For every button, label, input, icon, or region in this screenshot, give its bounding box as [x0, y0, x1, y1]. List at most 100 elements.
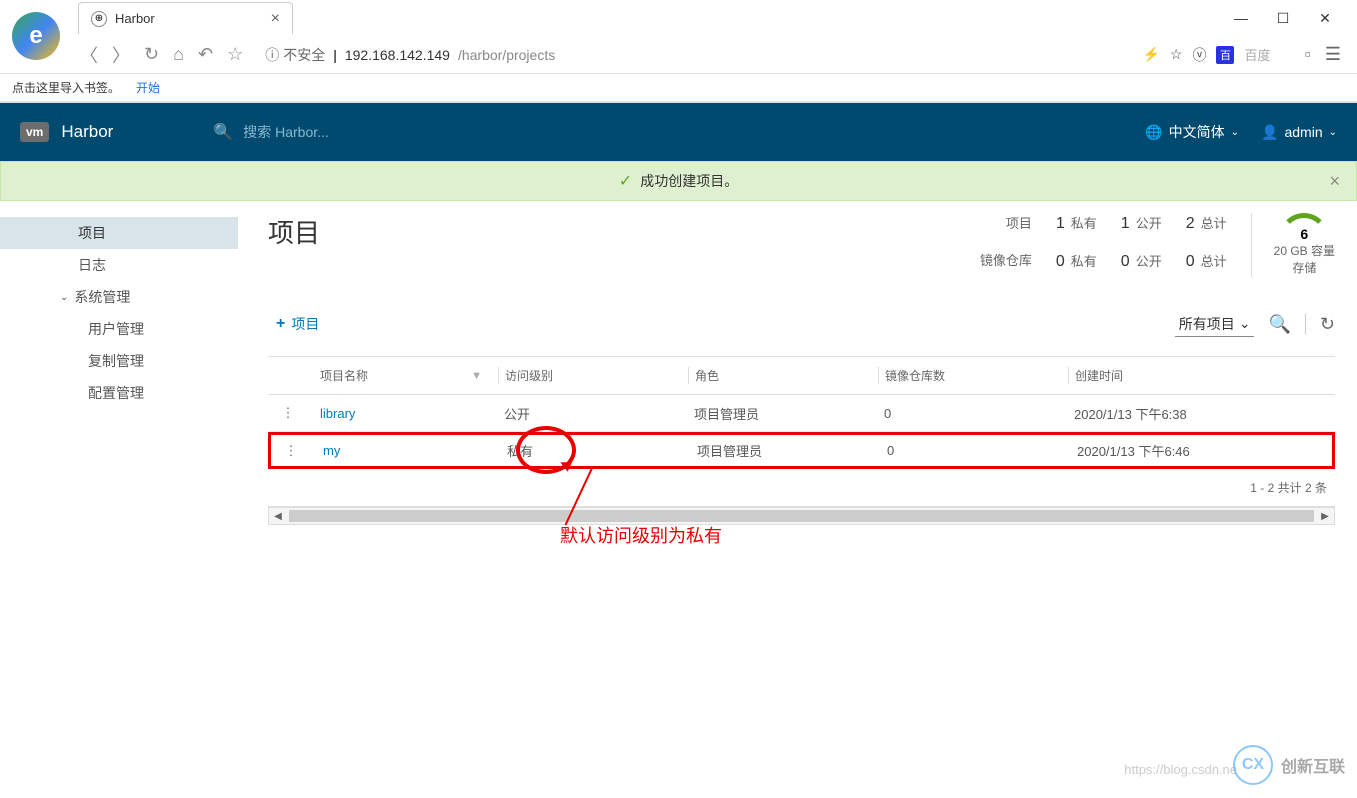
search-input[interactable] — [243, 124, 443, 140]
forward-button[interactable]: 〉 — [112, 42, 130, 68]
refresh-icon[interactable]: ↻ — [1320, 314, 1335, 335]
banner-close-icon[interactable]: × — [1329, 171, 1340, 192]
address-bar[interactable]: ⓘ 不安全 | 192.168.142.149/harbor/projects — [257, 41, 1128, 69]
sidebar-group-system[interactable]: ⌄ 系统管理 — [0, 281, 238, 313]
tab-close-icon[interactable]: × — [271, 10, 280, 28]
app-header: vm Harbor 🔍 🌐 中文简体 ⌄ 👤 admin ⌄ — [0, 103, 1357, 161]
row-actions-icon[interactable]: ⋮ — [268, 405, 308, 421]
stat-label: 总计 — [1201, 251, 1227, 270]
action-row: + 项目 所有项目 ⌄ 🔍 ↻ — [268, 310, 1335, 338]
add-project-label: 项目 — [291, 314, 319, 334]
project-filter-select[interactable]: 所有项目 ⌄ — [1175, 312, 1255, 337]
tab-favicon-icon: ⊕ — [91, 11, 107, 27]
stat-label: 总计 — [1201, 213, 1227, 232]
col-access[interactable]: 访问级别 — [498, 367, 688, 384]
row-role: 项目管理员 — [691, 441, 881, 460]
row-repo: 0 — [878, 406, 1068, 421]
chevron-down-icon[interactable]: ⓥ — [1192, 45, 1206, 65]
col-role[interactable]: 角色 — [688, 367, 878, 384]
bookmarks-start-link[interactable]: 开始 — [136, 79, 160, 96]
plus-icon: + — [276, 315, 285, 333]
vm-logo: vm — [20, 122, 49, 142]
user-menu[interactable]: 👤 admin ⌄ — [1261, 124, 1337, 141]
project-link[interactable]: my — [323, 443, 340, 458]
baidu-icon[interactable]: 百 — [1216, 46, 1234, 64]
browser-tab[interactable]: ⊕ Harbor × — [78, 2, 293, 34]
bookmark-icon[interactable]: ☆ — [1170, 46, 1183, 63]
stat-value: 1 — [1056, 215, 1065, 233]
watermark-logo-icon: CX — [1233, 745, 1273, 785]
search-engine-label: 百度 — [1244, 45, 1270, 64]
tab-title: Harbor — [115, 11, 271, 26]
gauge-capacity: 20 GB 容量 — [1274, 243, 1335, 260]
gauge-storage-label: 存储 — [1274, 260, 1335, 277]
scroll-right-icon[interactable]: ▶ — [1316, 511, 1334, 522]
bookmarks-bar: 点击这里导入书签。 开始 — [0, 74, 1357, 102]
info-icon: ⓘ — [265, 45, 279, 65]
sidebar-item-config[interactable]: 配置管理 — [0, 377, 238, 409]
back-button[interactable]: 〈 — [80, 42, 98, 68]
sidebar-item-replication[interactable]: 复制管理 — [0, 345, 238, 377]
minimize-button[interactable]: — — [1229, 10, 1253, 27]
chevron-down-icon: ⌄ — [60, 292, 68, 303]
col-time[interactable]: 创建时间 — [1068, 367, 1335, 384]
stat-label: 公开 — [1136, 213, 1162, 232]
globe-icon: 🌐 — [1145, 124, 1162, 141]
stat-label: 公开 — [1136, 251, 1162, 270]
sidebar-item-users[interactable]: 用户管理 — [0, 313, 238, 345]
add-project-button[interactable]: + 项目 — [268, 310, 327, 338]
home-button[interactable]: ⌂ — [173, 44, 184, 65]
chevron-down-icon: ⌄ — [1329, 127, 1337, 138]
projects-table: 项目名称▼ 访问级别 角色 镜像仓库数 创建时间 ⋮ library 公开 项目… — [268, 356, 1335, 525]
main-area: 项目 日志 ⌄ 系统管理 用户管理 复制管理 配置管理 项目 项目 镜像仓库 1… — [0, 201, 1357, 798]
scroll-left-icon[interactable]: ◀ — [269, 511, 287, 522]
url-host: 192.168.142.149 — [345, 47, 450, 63]
url-path: /harbor/projects — [458, 47, 555, 63]
star-button[interactable]: ☆ — [227, 44, 243, 65]
gauge-value: 6 — [1300, 226, 1308, 242]
watermark-text: 创新互联 — [1281, 753, 1345, 777]
scroll-track[interactable] — [289, 510, 1314, 522]
success-banner: ✓ 成功创建项目。 × — [0, 161, 1357, 201]
user-icon: 👤 — [1261, 124, 1278, 141]
hamburger-menu-icon[interactable]: ☰ — [1325, 44, 1341, 65]
checkmark-icon: ✓ — [619, 171, 632, 191]
language-selector[interactable]: 🌐 中文简体 ⌄ — [1145, 122, 1239, 142]
browser-app-icon: e — [0, 0, 72, 72]
row-actions-icon[interactable]: ⋮ — [271, 443, 311, 459]
col-repo[interactable]: 镜像仓库数 — [878, 367, 1068, 384]
horizontal-scrollbar[interactable]: ◀ ▶ — [268, 507, 1335, 525]
project-link[interactable]: library — [320, 406, 355, 421]
sidebar: 项目 日志 ⌄ 系统管理 用户管理 复制管理 配置管理 — [0, 201, 238, 798]
row-access: 公开 — [498, 404, 688, 423]
search-icon[interactable]: 🔍 — [1268, 314, 1290, 335]
stats-bar: 项目 镜像仓库 1私有 0私有 1公开 0公开 2总计 0总计 6 20 GB … — [980, 213, 1335, 277]
chevron-down-icon: ⌄ — [1231, 127, 1239, 138]
bookmarks-hint: 点击这里导入书签。 — [12, 79, 120, 96]
sidebar-item-projects[interactable]: 项目 — [0, 217, 238, 249]
stats-project-label: 项目 — [1006, 213, 1032, 232]
row-access: 私有 — [501, 441, 691, 460]
global-search[interactable]: 🔍 — [213, 122, 443, 142]
table-row[interactable]: ⋮ my 私有 项目管理员 0 2020/1/13 下午6:46 — [268, 432, 1335, 469]
col-name[interactable]: 项目名称▼ — [308, 367, 498, 384]
bolt-icon[interactable]: ⚡ — [1142, 46, 1159, 63]
filter-icon[interactable]: ▼ — [471, 370, 482, 382]
window-controls: — ☐ ✕ — [1229, 10, 1357, 27]
extensions-icon[interactable]: ▫ — [1304, 44, 1310, 65]
reload-button[interactable]: ↻ — [144, 44, 159, 65]
security-indicator[interactable]: ⓘ 不安全 — [265, 45, 325, 65]
stat-value: 0 — [1186, 253, 1195, 271]
sidebar-item-logs[interactable]: 日志 — [0, 249, 238, 281]
user-label: admin — [1284, 124, 1322, 140]
table-row[interactable]: ⋮ library 公开 项目管理员 0 2020/1/13 下午6:38 — [268, 395, 1335, 432]
close-button[interactable]: ✕ — [1313, 10, 1337, 27]
download-button[interactable]: ↶ — [198, 44, 213, 65]
sidebar-group-label: 系统管理 — [74, 287, 130, 307]
search-icon: 🔍 — [213, 122, 233, 142]
row-repo: 0 — [881, 443, 1071, 458]
language-label: 中文简体 — [1169, 122, 1225, 142]
stat-value: 2 — [1186, 215, 1195, 233]
maximize-button[interactable]: ☐ — [1271, 10, 1295, 27]
stat-value: 0 — [1121, 253, 1130, 271]
